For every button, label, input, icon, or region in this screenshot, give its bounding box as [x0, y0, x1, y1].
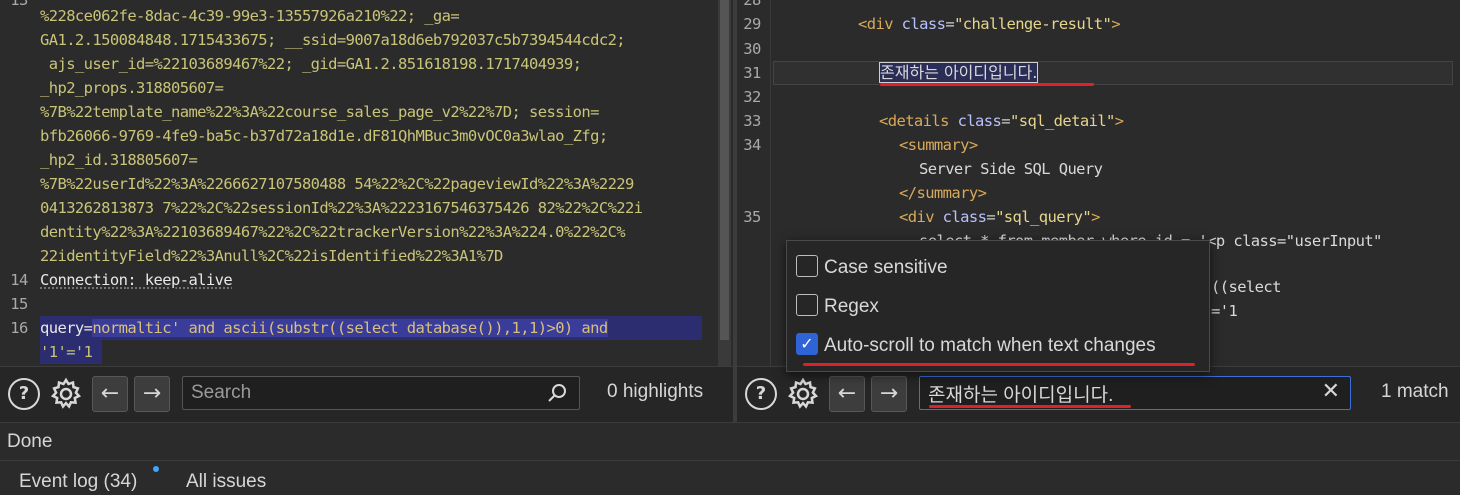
case-sensitive-checkbox[interactable] [796, 255, 818, 277]
cookie-line: bfb26066-9769-4fe9-ba5c-b37d72a18d1e.dF8… [40, 127, 608, 145]
next-match-button[interactable]: → [871, 376, 907, 412]
help-icon[interactable]: ? [8, 378, 40, 410]
tab-all-issues[interactable]: All issues [186, 471, 266, 493]
regex-checkbox[interactable] [796, 294, 818, 316]
line-number: 32 [743, 88, 761, 106]
line-number: 13 [10, 0, 28, 9]
search-options-menu: Case sensitive Regex ✓ Auto-scroll to mat… [786, 240, 1210, 372]
notification-dot [153, 466, 159, 472]
header-key: Connection [40, 271, 128, 289]
html-line: <div class="sql_query"> [899, 208, 1100, 226]
cookie-line: ajs_user_id=%22103689467%22; _gid=GA1.2.… [40, 55, 582, 73]
query-line: query=normaltic' and ascii(substr((selec… [40, 316, 702, 340]
status-text: Done [7, 431, 53, 452]
scrollbar-thumb[interactable] [720, 0, 729, 340]
case-sensitive-option[interactable]: Case sensitive [796, 255, 948, 283]
previous-match-button[interactable]: ← [92, 376, 128, 412]
bottom-tab-bar: Event log (34) All issues [0, 460, 1460, 495]
line-number: 15 [10, 295, 28, 313]
query-line-continued: '1'='1 [40, 340, 102, 364]
tab-event-log[interactable]: Event log (34) [19, 471, 137, 493]
line-number: 14 [10, 271, 28, 289]
html-text-line: Server Side SQL Query [919, 160, 1103, 178]
line-number: 29 [743, 15, 761, 33]
annotation-underline [880, 83, 1094, 86]
cookie-line: 0413262813873 7%22%2C%22sessionId%22%3A%… [40, 199, 643, 217]
search-input[interactable] [191, 377, 521, 409]
param-key: query= [40, 319, 93, 337]
line-number-gutter: 28 29 30 31 32 33 34 35 [737, 0, 771, 366]
line-number: 35 [743, 208, 761, 226]
gear-icon[interactable] [785, 376, 821, 412]
html-line: <summary> [899, 136, 978, 154]
gear-icon[interactable] [48, 376, 84, 412]
search-match-line: 존재하는 아이디입니다. [878, 61, 1039, 85]
annotation-underline [929, 405, 1131, 408]
line-number: 31 [743, 64, 761, 82]
checkmark-icon[interactable]: ✓ [796, 333, 818, 355]
html-line: <details class="sql_detail"> [879, 112, 1124, 130]
cookie-line: %7B%22template_name%22%3A%22course_sales… [40, 103, 599, 121]
regex-option[interactable]: Regex [796, 294, 879, 322]
line-number: 34 [743, 136, 761, 154]
line-number: 28 [743, 0, 761, 9]
help-icon[interactable]: ? [745, 378, 777, 410]
search-field-container [182, 376, 580, 410]
previous-match-button[interactable]: ← [829, 376, 865, 412]
match-count: 1 match [1381, 381, 1449, 402]
html-line: <div class="challenge-result"> [858, 15, 1121, 33]
right-search-bar: ? ← → ✕ 1 match [737, 366, 1460, 422]
cookie-line: _hp2_id.318805607= [40, 151, 198, 169]
search-icon [548, 384, 566, 402]
highlight-count: 0 highlights [607, 381, 704, 402]
search-match: 존재하는 아이디입니다. [878, 62, 1039, 83]
line-number-gutter: 13 14 15 16 [0, 0, 34, 366]
option-label: Regex [824, 296, 879, 318]
line-number: 16 [10, 319, 28, 337]
cookie-line: 22identityField%22%3Anull%2C%22isIdentif… [40, 247, 503, 265]
current-line-highlight [773, 61, 1453, 85]
annotation-underline [803, 363, 1195, 366]
cookie-line: %228ce062fe-8dac-4c39-99e3-13557926a210%… [40, 7, 460, 25]
clear-search-button[interactable]: ✕ [1322, 379, 1340, 404]
cookie-line: GA1.2.150084848.1715433675; __ssid=9007a… [40, 31, 626, 49]
cookie-line: _hp2_props.318805607= [40, 79, 224, 97]
request-editor[interactable]: 13 14 15 16 %228ce062fe-8dac-4c39-99e3-1… [0, 0, 733, 366]
param-value: normaltic' and ascii(substr((select data… [92, 319, 608, 337]
cookie-line: %7B%22userId%22%3A%2266627107580488 54%2… [40, 175, 634, 193]
status-bar: Done [0, 422, 1460, 460]
left-search-bar: ? ← → 0 highlights [0, 366, 733, 422]
auto-scroll-option[interactable]: ✓ Auto-scroll to match when text changes [796, 333, 1156, 361]
html-text-line: ((select [1211, 278, 1281, 296]
html-line: </summary> [899, 184, 987, 202]
cookie-line: dentity%22%3A%22103689467%22%2C%22tracke… [40, 223, 626, 241]
connection-header-line: Connection: keep-alive [40, 268, 233, 292]
line-number: 33 [743, 112, 761, 130]
next-match-button[interactable]: → [134, 376, 170, 412]
option-label: Auto-scroll to match when text changes [824, 335, 1156, 357]
option-label: Case sensitive [824, 257, 948, 279]
line-number: 30 [743, 40, 761, 58]
html-text-line: ='1 [1211, 302, 1238, 320]
header-value: : keep-alive [127, 271, 233, 289]
left-scrollbar[interactable] [718, 0, 731, 366]
